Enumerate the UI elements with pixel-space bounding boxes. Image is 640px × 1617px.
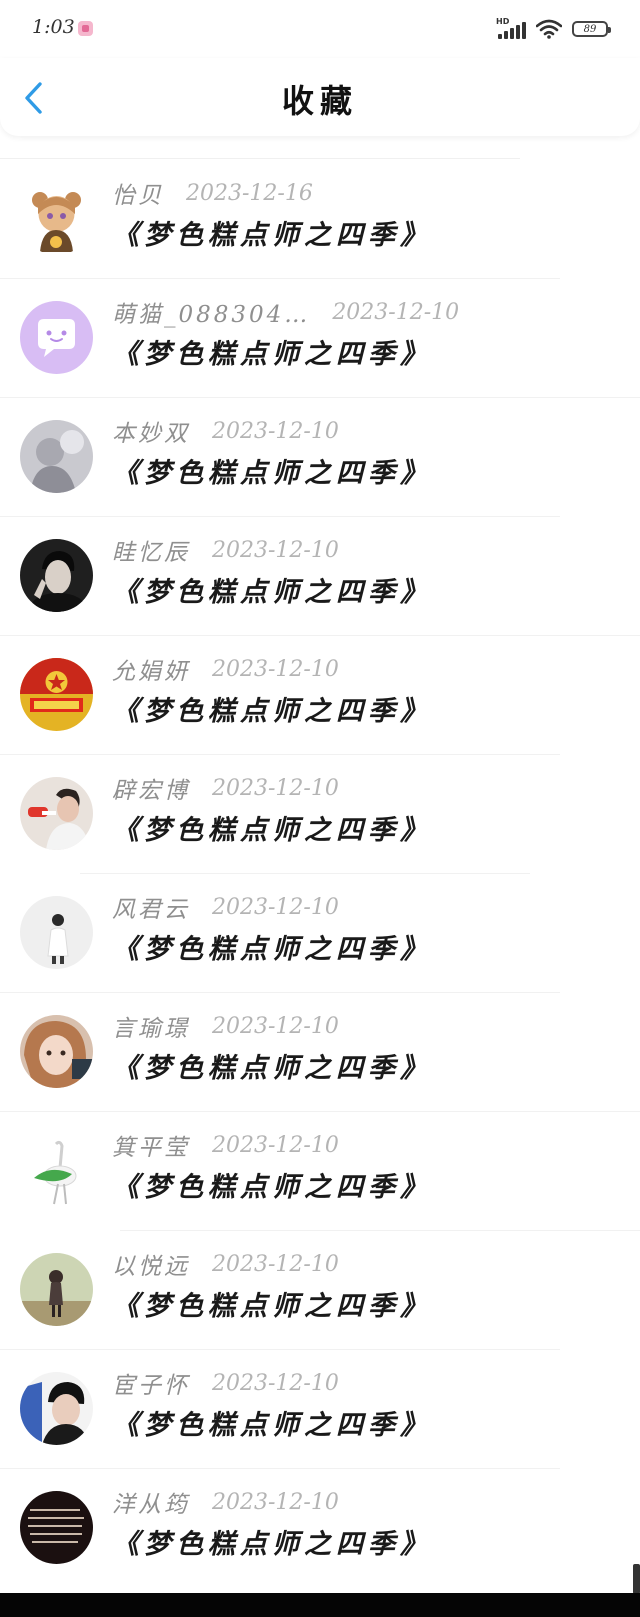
item-date: 2023-12-10 [212, 1251, 339, 1277]
item-date: 2023-12-10 [212, 1489, 339, 1515]
item-date: 2023-12-10 [212, 894, 339, 920]
avatar [20, 896, 93, 969]
avatar [20, 182, 93, 255]
list-item[interactable]: 允娟妍 2023-12-10 《梦色糕点师之四季》 [0, 636, 640, 755]
item-meta: 眭忆辰 2023-12-10 [112, 533, 339, 567]
item-meta: 允娟妍 2023-12-10 [112, 652, 339, 686]
user-name: 以悦远 [112, 1254, 190, 1280]
item-date: 2023-12-16 [186, 180, 313, 206]
user-name: 萌猫_088304… [112, 302, 311, 328]
favorites-list: 怡贝 2023-12-16 《梦色糕点师之四季》 萌猫_088304… 2023… [0, 158, 640, 1588]
list-item[interactable]: 风君云 2023-12-10 《梦色糕点师之四季》 [0, 874, 640, 993]
avatar [20, 1015, 93, 1088]
item-title: 《梦色糕点师之四季》 [112, 1410, 432, 1441]
system-navigation-bar [0, 1593, 640, 1617]
item-title: 《梦色糕点师之四季》 [112, 1053, 432, 1084]
network-type-label: HD [496, 17, 510, 26]
app-header: 收藏 [0, 58, 640, 136]
status-time: 1:03 [32, 16, 75, 38]
list-item[interactable]: 怡贝 2023-12-16 《梦色糕点师之四季》 [0, 160, 640, 279]
item-title: 《梦色糕点师之四季》 [112, 934, 432, 965]
avatar [20, 301, 93, 374]
item-date: 2023-12-10 [212, 656, 339, 682]
list-item[interactable]: 本妙双 2023-12-10 《梦色糕点师之四季》 [0, 398, 640, 517]
item-title: 《梦色糕点师之四季》 [112, 1291, 432, 1322]
divider [0, 158, 520, 159]
avatar [20, 777, 93, 850]
item-title: 《梦色糕点师之四季》 [112, 1529, 432, 1560]
list-item[interactable]: 萌猫_088304… 2023-12-10 《梦色糕点师之四季》 [0, 279, 640, 398]
item-date: 2023-12-10 [212, 1132, 339, 1158]
list-item[interactable]: 言瑜璟 2023-12-10 《梦色糕点师之四季》 [0, 993, 640, 1112]
item-date: 2023-12-10 [212, 1370, 339, 1396]
user-name: 言瑜璟 [112, 1016, 190, 1042]
avatar [20, 1134, 93, 1207]
list-item[interactable]: 宦子怀 2023-12-10 《梦色糕点师之四季》 [0, 1350, 640, 1469]
avatar [20, 539, 93, 612]
item-date: 2023-12-10 [212, 418, 339, 444]
item-title: 《梦色糕点师之四季》 [112, 815, 432, 846]
item-meta: 本妙双 2023-12-10 [112, 414, 339, 448]
item-title: 《梦色糕点师之四季》 [112, 577, 432, 608]
item-date: 2023-12-10 [212, 537, 339, 563]
item-meta: 风君云 2023-12-10 [112, 890, 339, 924]
list-item[interactable]: 箕平莹 2023-12-10 《梦色糕点师之四季》 [0, 1112, 640, 1231]
item-title: 《梦色糕点师之四季》 [112, 339, 432, 370]
avatar [20, 658, 93, 731]
status-bar: 1:03 HD 89 [0, 0, 640, 58]
notification-app-icon [78, 21, 93, 36]
scrollbar[interactable] [633, 1564, 640, 1594]
list-item[interactable]: 辟宏博 2023-12-10 《梦色糕点师之四季》 [0, 755, 640, 874]
user-name: 怡贝 [112, 183, 164, 209]
user-name: 洋从筠 [112, 1492, 190, 1518]
item-date: 2023-12-10 [332, 299, 460, 325]
user-name: 眭忆辰 [112, 540, 190, 566]
battery-level: 89 [583, 23, 597, 35]
item-meta: 辟宏博 2023-12-10 [112, 771, 339, 805]
user-name: 本妙双 [112, 421, 190, 447]
item-meta: 箕平莹 2023-12-10 [112, 1128, 339, 1162]
item-meta: 怡贝 2023-12-16 [112, 176, 313, 210]
user-name: 宦子怀 [112, 1373, 190, 1399]
battery-icon: 89 [572, 21, 611, 37]
user-name: 辟宏博 [112, 778, 190, 804]
avatar [20, 1491, 93, 1564]
list-item[interactable]: 洋从筠 2023-12-10 《梦色糕点师之四季》 [0, 1469, 640, 1588]
user-name: 风君云 [112, 897, 190, 923]
item-meta: 言瑜璟 2023-12-10 [112, 1009, 339, 1043]
item-title: 《梦色糕点师之四季》 [112, 458, 432, 489]
user-name: 箕平莹 [112, 1135, 190, 1161]
user-name: 允娟妍 [112, 659, 190, 685]
item-title: 《梦色糕点师之四季》 [112, 696, 432, 727]
signal-icon: HD [496, 17, 526, 39]
item-date: 2023-12-10 [212, 1013, 339, 1039]
status-indicators: HD 89 [496, 17, 611, 40]
avatar [20, 1372, 93, 1445]
item-title: 《梦色糕点师之四季》 [112, 1172, 432, 1203]
page-title: 收藏 [281, 82, 358, 120]
item-meta: 萌猫_088304… 2023-12-10 [112, 295, 459, 329]
wifi-icon [536, 19, 562, 39]
avatar [20, 420, 93, 493]
list-item[interactable]: 以悦远 2023-12-10 《梦色糕点师之四季》 [0, 1231, 640, 1350]
item-meta: 宦子怀 2023-12-10 [112, 1366, 339, 1400]
list-item[interactable]: 眭忆辰 2023-12-10 《梦色糕点师之四季》 [0, 517, 640, 636]
item-meta: 洋从筠 2023-12-10 [112, 1485, 339, 1519]
item-title: 《梦色糕点师之四季》 [112, 220, 432, 251]
item-meta: 以悦远 2023-12-10 [112, 1247, 339, 1281]
avatar [20, 1253, 93, 1326]
item-date: 2023-12-10 [212, 775, 339, 801]
